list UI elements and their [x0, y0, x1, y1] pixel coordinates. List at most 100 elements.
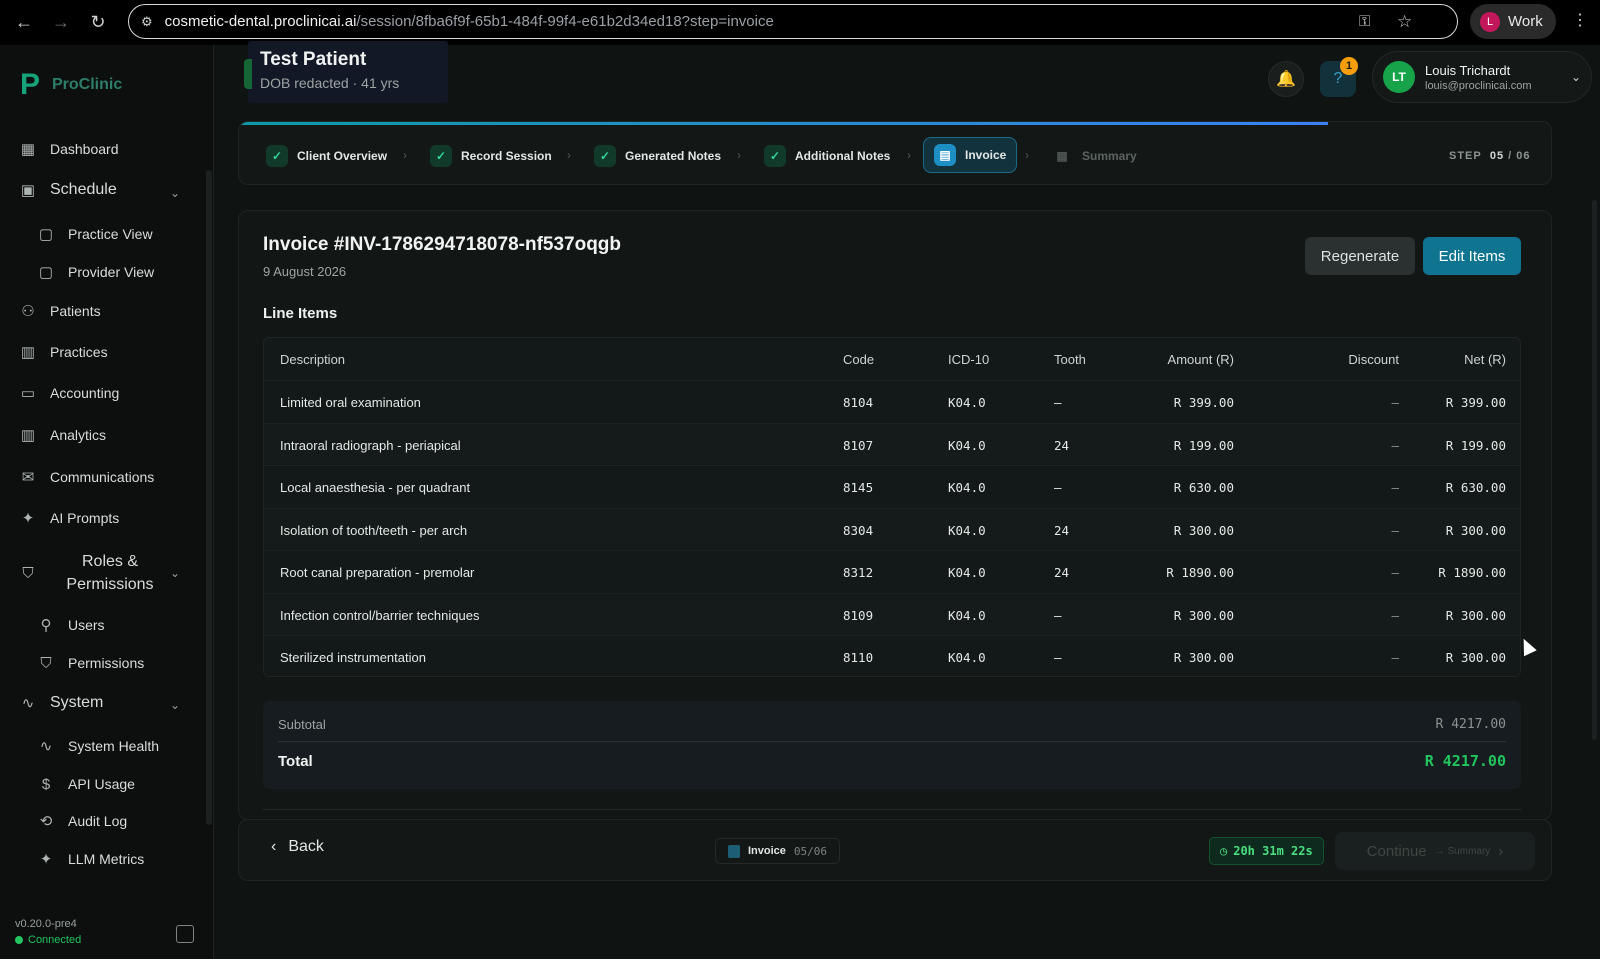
url-host: cosmetic-dental.proclinicai.ai	[164, 13, 357, 30]
sidebar-item-provider-view[interactable]: ▢ Provider View	[36, 262, 154, 282]
sidebar-item-dashboard[interactable]: ▦ Dashboard	[18, 139, 119, 159]
sidebar-item-ai-prompts[interactable]: ✦ AI Prompts	[18, 508, 120, 528]
stepper-progress-bar	[239, 122, 1328, 125]
step-additional-notes[interactable]: ✓ Additional Notes	[764, 140, 890, 172]
dashboard-icon: ▦	[20, 141, 36, 158]
current-step-pill: Invoice 05/06	[715, 838, 841, 864]
sidebar-item-analytics[interactable]: ▥ Analytics	[18, 425, 106, 445]
table-row[interactable]: Local anaesthesia - per quadrant 8145 K04.…	[264, 465, 1520, 508]
table-cell-desc: Limited oral examination	[280, 395, 421, 410]
chevron-down-icon[interactable]: ⌄	[170, 566, 180, 580]
kebab-menu-icon[interactable]: ⋮	[1572, 10, 1588, 30]
totals-panel: Subtotal R 4217.00 Total R 4217.00	[263, 701, 1521, 789]
table-row[interactable]: Limited oral examination 8104 K04.0 — R 399.…	[264, 380, 1520, 423]
table-cell-tooth: —	[1054, 480, 1062, 495]
user-menu[interactable]: LT Louis Trichardt louis@proclinicai.com…	[1372, 51, 1592, 103]
table-cell-icd: K04.0	[948, 437, 986, 453]
table-row[interactable]: Infection control/barrier techniques 8109…	[264, 592, 1520, 636]
continue-button[interactable]: Continue → Summary ›	[1335, 832, 1535, 870]
step-client-overview[interactable]: ✓ Client Overview	[266, 140, 387, 172]
sidebar-item-patients[interactable]: ⚇ Patients	[18, 301, 100, 321]
stepper-footer: ‹ Back Invoice 05/06 ◷ 20h 31m 22s Continu…	[238, 819, 1552, 881]
check-icon: ✓	[266, 145, 288, 167]
document-icon: ▤	[934, 144, 956, 166]
sidebar-item-schedule[interactable]: ▣ Schedule	[18, 180, 117, 200]
site-settings-icon[interactable]: ⚙	[141, 14, 153, 30]
table-cell-icd: K04.0	[948, 522, 986, 538]
step-summary[interactable]: ▦ Summary	[1051, 140, 1136, 172]
brand-name: ProClinic	[52, 76, 123, 93]
column-header: Code	[843, 352, 875, 367]
table-cell-tooth: —	[1054, 607, 1062, 623]
sidebar-item-roles-permissions[interactable]: ⛉ Roles & Permissions	[18, 550, 170, 596]
back-button[interactable]: ‹ Back	[271, 838, 324, 856]
mail-icon: ✉	[21, 469, 35, 486]
table-cell-discount: –	[1391, 437, 1399, 453]
table-cell-amount: R 630.00	[1173, 480, 1234, 495]
table-row[interactable]: Intraoral radiograph - periapical 8107 K04…	[264, 422, 1520, 466]
brand-logo[interactable]: P ProClinic	[20, 70, 122, 100]
column-header: Discount	[1348, 352, 1399, 367]
table-cell-discount: –	[1391, 395, 1399, 410]
profile-button[interactable]: L Work	[1470, 4, 1556, 39]
sidebar-item-permissions[interactable]: ⛉ Permissions	[36, 653, 144, 673]
chevron-down-icon[interactable]: ⌄	[170, 698, 180, 712]
table-row[interactable]: Isolation of tooth/teeth - per arch 8304 K…	[264, 507, 1520, 551]
sidebar-item-communications[interactable]: ✉ Communications	[18, 467, 155, 487]
patient-avatar-edge	[244, 59, 252, 89]
reload-icon[interactable]: ↻	[80, 4, 116, 40]
table-cell-discount: –	[1391, 607, 1399, 623]
sidebar-item-users[interactable]: ⚲ Users	[36, 615, 105, 635]
sidebar-item-system[interactable]: ∿ System	[18, 693, 104, 713]
patient-meta: DOB redacted · 41 yrs	[260, 75, 400, 91]
table-cell-desc: Isolation of tooth/teeth - per arch	[280, 522, 468, 538]
forward-arrow-icon[interactable]: →	[43, 4, 79, 40]
invoice-title: Invoice #INV-1786294718078-nf537oqgb	[263, 234, 622, 255]
step-generated-notes[interactable]: ✓ Generated Notes	[594, 140, 721, 172]
step-invoice[interactable]: ▤ Invoice	[923, 137, 1018, 173]
sidebar-item-llm-metrics[interactable]: ✦ LLM Metrics	[36, 849, 145, 869]
app-version: v0.20.0-pre4	[15, 918, 77, 930]
dollar-icon: $	[41, 775, 51, 793]
chevron-right-icon: ›	[403, 148, 407, 162]
divider	[263, 809, 1521, 810]
step-record-session[interactable]: ✓ Record Session	[430, 140, 552, 172]
chevron-right-icon: ›	[737, 148, 741, 162]
total-value: R 4217.00	[1424, 752, 1506, 770]
sidebar-item-practice-view[interactable]: ▢ Practice View	[36, 224, 153, 244]
patient-card: Test Patient DOB redacted · 41 yrs	[244, 41, 448, 103]
sparkle-icon: ✦	[39, 851, 53, 868]
column-header: Description	[280, 352, 346, 367]
sidebar-item-accounting[interactable]: ▭ Accounting	[18, 383, 119, 403]
main-content: Test Patient DOB redacted · 41 yrs 🔔 ? 1…	[214, 41, 1600, 959]
chevron-down-icon[interactable]: ⌄	[170, 186, 180, 200]
page-scrollbar[interactable]	[1592, 200, 1597, 740]
sidebar-item-audit-log[interactable]: ⟲ Audit Log	[36, 811, 127, 831]
key-icon[interactable]: ⚿	[1359, 13, 1370, 30]
notifications-bell-icon[interactable]: 🔔	[1268, 61, 1304, 97]
column-header: ICD-10	[948, 352, 990, 367]
table-cell-tooth: 24	[1054, 437, 1070, 453]
table-cell-icd: K04.0	[948, 395, 986, 410]
star-icon[interactable]: ☆	[1397, 12, 1412, 32]
url-path: /session/8fba6f9f-65b1-484f-99f4-e61b2d3…	[356, 13, 774, 30]
user-icon: ⚲	[40, 617, 52, 634]
profile-avatar: L	[1480, 11, 1500, 32]
chevron-down-icon: ⌄	[1571, 70, 1582, 84]
sidebar-item-api-usage[interactable]: $ API Usage	[36, 774, 135, 794]
help-badge: 1	[1340, 57, 1358, 75]
collapse-sidebar-icon[interactable]	[176, 925, 194, 943]
back-arrow-icon[interactable]: ←	[6, 4, 42, 40]
regenerate-button[interactable]: Regenerate	[1305, 237, 1415, 275]
address-bar[interactable]: ⚙ cosmetic-dental.proclinicai.ai/session…	[128, 4, 1458, 39]
table-cell-code: 8145	[843, 480, 874, 495]
table-row[interactable]: Sterilized instrumentation 8110 K04.0 — R 30…	[264, 635, 1520, 678]
sidebar-item-system-health[interactable]: ∿ System Health	[36, 736, 159, 756]
table-row[interactable]: Root canal preparation - premolar 8312 K04…	[264, 550, 1520, 593]
table-cell-net: R 300.00	[1445, 650, 1506, 665]
sidebar-item-practices[interactable]: ▥ Practices	[18, 342, 108, 362]
avatar: LT	[1383, 61, 1415, 93]
sidebar-scrollbar[interactable]	[206, 170, 212, 825]
edit-items-button[interactable]: Edit Items	[1423, 237, 1521, 275]
table-cell-code: 8107	[843, 437, 874, 453]
